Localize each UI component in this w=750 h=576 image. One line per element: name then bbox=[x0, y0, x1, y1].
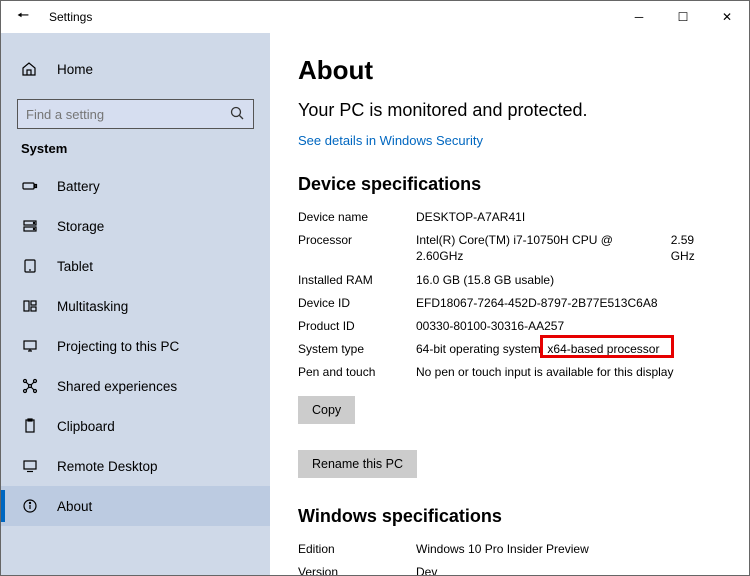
minimize-button[interactable]: ─ bbox=[617, 1, 661, 33]
sidebar: Home System Battery Storage bbox=[1, 33, 270, 575]
copy-button[interactable]: Copy bbox=[298, 396, 355, 424]
search-field[interactable] bbox=[26, 107, 229, 122]
security-link[interactable]: See details in Windows Security bbox=[298, 133, 483, 148]
sidebar-section: System bbox=[21, 141, 270, 156]
shared-icon bbox=[21, 378, 39, 394]
tablet-icon bbox=[21, 258, 39, 274]
sidebar-item-remote[interactable]: Remote Desktop bbox=[1, 446, 270, 486]
spec-value: Dev bbox=[416, 564, 721, 575]
titlebar: 🠔 Settings ─ ☐ ✕ bbox=[1, 1, 749, 33]
spec-key: Product ID bbox=[298, 318, 416, 334]
content-area: About Your PC is monitored and protected… bbox=[270, 33, 749, 575]
spec-value: EFD18067-7264-452D-8797-2B77E513C6A8 bbox=[416, 295, 721, 311]
spec-key: Pen and touch bbox=[298, 364, 416, 380]
win-spec-title: Windows specifications bbox=[298, 506, 721, 527]
status-text: Your PC is monitored and protected. bbox=[298, 100, 721, 121]
spec-key: Device ID bbox=[298, 295, 416, 311]
spec-key: Edition bbox=[298, 541, 416, 557]
sidebar-home-label: Home bbox=[57, 62, 93, 77]
projecting-icon bbox=[21, 338, 39, 354]
spec-key: Processor bbox=[298, 232, 416, 264]
sidebar-home[interactable]: Home bbox=[1, 51, 270, 87]
search-icon bbox=[229, 105, 245, 124]
storage-icon bbox=[21, 218, 39, 234]
spec-key: System type bbox=[298, 341, 416, 357]
sidebar-item-label: Clipboard bbox=[57, 419, 115, 434]
sidebar-item-label: About bbox=[57, 499, 92, 514]
spec-value: DESKTOP-A7AR41I bbox=[416, 209, 721, 225]
device-spec-title: Device specifications bbox=[298, 174, 721, 195]
remote-icon bbox=[21, 458, 39, 474]
spec-key: Installed RAM bbox=[298, 272, 416, 288]
sidebar-item-battery[interactable]: Battery bbox=[1, 166, 270, 206]
sidebar-item-about[interactable]: About bbox=[1, 486, 270, 526]
spec-value: 64-bit operating system, x64-based proce… bbox=[416, 341, 721, 357]
sidebar-item-label: Storage bbox=[57, 219, 104, 234]
spec-value: 16.0 GB (15.8 GB usable) bbox=[416, 272, 721, 288]
sidebar-item-label: Projecting to this PC bbox=[57, 339, 179, 354]
sidebar-item-shared[interactable]: Shared experiences bbox=[1, 366, 270, 406]
close-button[interactable]: ✕ bbox=[705, 1, 749, 33]
sidebar-item-label: Shared experiences bbox=[57, 379, 177, 394]
rename-button[interactable]: Rename this PC bbox=[298, 450, 417, 478]
sidebar-item-label: Tablet bbox=[57, 259, 93, 274]
spec-value: 00330-80100-30316-AA257 bbox=[416, 318, 721, 334]
device-spec-table: Device nameDESKTOP-A7AR41I ProcessorInte… bbox=[298, 209, 721, 381]
spec-key: Device name bbox=[298, 209, 416, 225]
maximize-button[interactable]: ☐ bbox=[661, 1, 705, 33]
sidebar-item-multitasking[interactable]: Multitasking bbox=[1, 286, 270, 326]
sidebar-item-tablet[interactable]: Tablet bbox=[1, 246, 270, 286]
sidebar-item-label: Battery bbox=[57, 179, 100, 194]
battery-icon bbox=[21, 178, 39, 194]
spec-value: No pen or touch input is available for t… bbox=[416, 364, 721, 380]
multitasking-icon bbox=[21, 298, 39, 314]
home-icon bbox=[21, 61, 39, 77]
window-title: Settings bbox=[49, 10, 617, 24]
win-spec-table: EditionWindows 10 Pro Insider Preview Ve… bbox=[298, 541, 721, 576]
spec-value: Intel(R) Core(TM) i7-10750H CPU @ 2.60GH… bbox=[416, 232, 721, 264]
sidebar-item-storage[interactable]: Storage bbox=[1, 206, 270, 246]
about-icon bbox=[21, 498, 39, 514]
sidebar-item-label: Multitasking bbox=[57, 299, 128, 314]
page-title: About bbox=[298, 55, 721, 86]
sidebar-item-label: Remote Desktop bbox=[57, 459, 158, 474]
search-input[interactable] bbox=[17, 99, 254, 129]
clipboard-icon bbox=[21, 418, 39, 434]
back-button[interactable]: 🠔 bbox=[11, 5, 35, 29]
spec-value: Windows 10 Pro Insider Preview bbox=[416, 541, 721, 557]
sidebar-item-clipboard[interactable]: Clipboard bbox=[1, 406, 270, 446]
sidebar-item-projecting[interactable]: Projecting to this PC bbox=[1, 326, 270, 366]
spec-key: Version bbox=[298, 564, 416, 575]
